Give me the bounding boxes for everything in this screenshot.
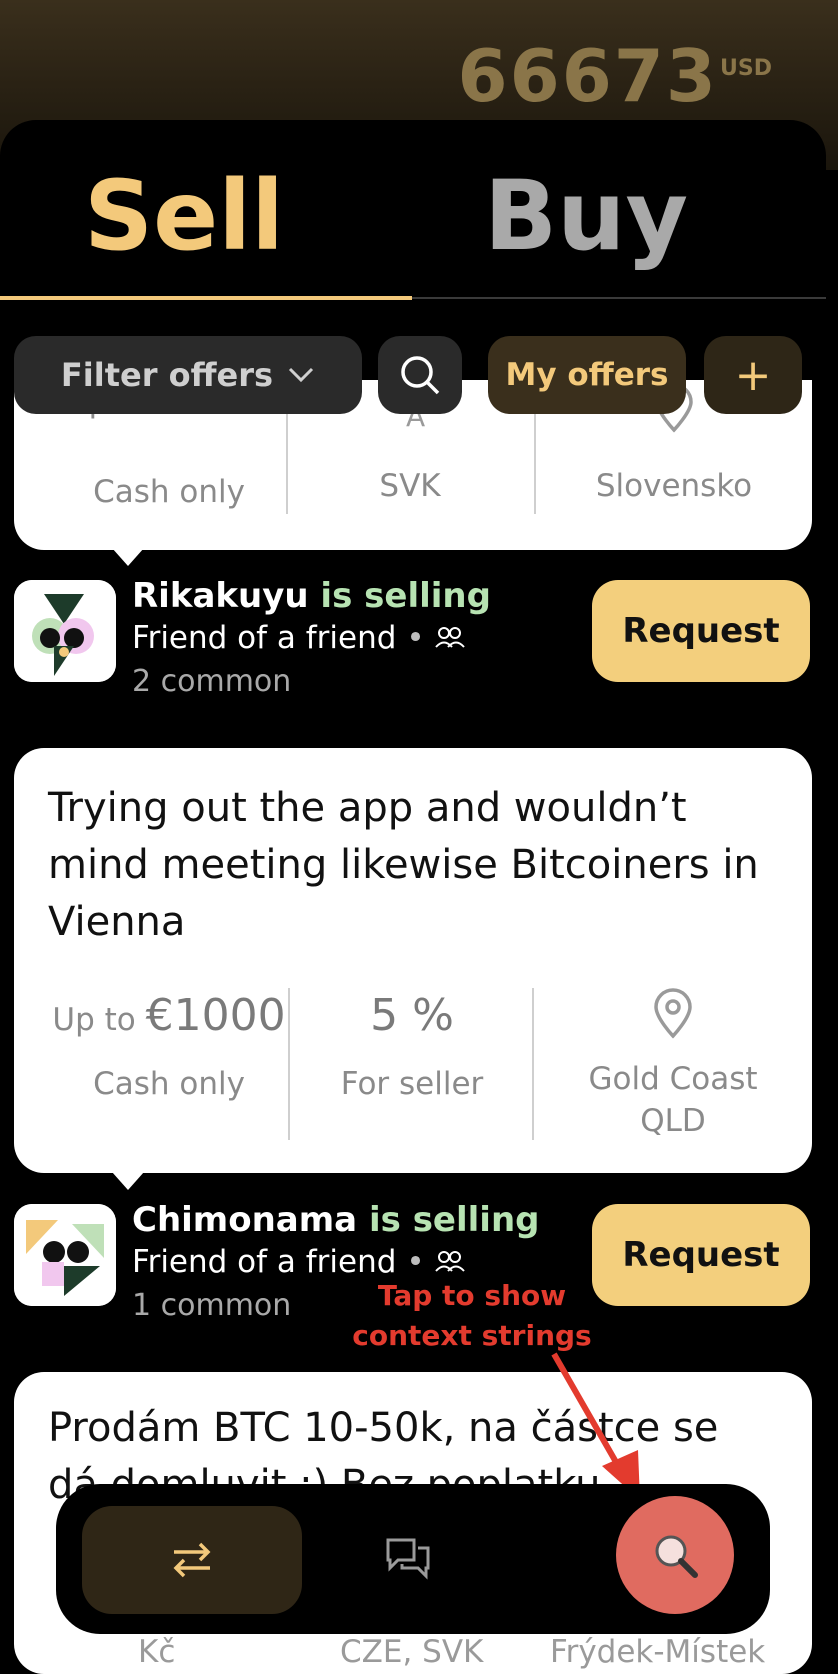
offer-location: Gold Coast QLD [588, 1061, 758, 1139]
fee-label: For seller [340, 1066, 484, 1102]
payment-method: Cash only [93, 1066, 245, 1102]
filter-offers-button[interactable]: Filter offers [14, 336, 362, 414]
seller-status: is selling [320, 576, 491, 616]
fee-percent: 5 % [370, 990, 454, 1041]
offer-amount: Up to €1000 [44, 990, 294, 1041]
nav-chat[interactable] [384, 1536, 432, 1584]
card-pointer [112, 548, 144, 566]
divider [288, 988, 290, 1140]
common-friends: 2 common [132, 664, 292, 699]
tab-indicator-inactive [412, 297, 826, 299]
request-button[interactable]: Request [592, 580, 810, 682]
amount-prefix: Up to [52, 1002, 136, 1038]
seller-username: Chimonama [132, 1200, 358, 1240]
payment-method: Cash only [93, 474, 245, 510]
common-friends: 1 common [132, 1288, 292, 1323]
card-pointer [112, 1172, 144, 1190]
seller-relation: Friend of a friend • [132, 620, 466, 656]
swap-arrows-icon [173, 1542, 211, 1578]
offer-language: CZE, SVK [340, 1634, 484, 1670]
context-strings-button[interactable] [616, 1496, 734, 1614]
balance-amount: 66673 [457, 34, 718, 118]
request-button[interactable]: Request [592, 1204, 810, 1306]
offer-card[interactable]: Trying out the app and wouldn’t mind mee… [14, 748, 812, 1173]
tab-indicator-active [0, 296, 412, 300]
chat-icon [386, 1538, 430, 1580]
offer-location: Frýdek-Místek [550, 1634, 766, 1670]
nav-offers[interactable] [82, 1506, 302, 1614]
relation-label: Friend of a friend [132, 620, 397, 656]
search-icon [401, 356, 440, 395]
magnifier-icon [655, 1535, 698, 1578]
my-offers-button[interactable]: My offers [488, 336, 686, 414]
seller-name: Chimonama is selling [132, 1200, 540, 1240]
friends-icon [435, 1251, 466, 1272]
add-offer-button[interactable]: + [704, 336, 802, 414]
amount-value: €1000 [145, 990, 286, 1041]
friends-icon [435, 627, 466, 648]
offer-description: Trying out the app and wouldn’t mind mee… [48, 785, 759, 945]
filter-offers-label: Filter offers [60, 356, 274, 394]
avatar[interactable] [14, 1204, 116, 1306]
tab-buy[interactable]: Buy [484, 168, 688, 264]
search-button[interactable] [378, 336, 462, 414]
chevron-down-icon [289, 367, 314, 383]
location-pin-icon [550, 988, 796, 1048]
divider [532, 988, 534, 1140]
seller-name: Rikakuyu is selling [132, 576, 491, 616]
seller-username: Rikakuyu [132, 576, 309, 616]
offer-language: SVK [379, 468, 441, 504]
seller-row: Rikakuyu is selling Friend of a friend •… [14, 576, 824, 699]
offer-amount: Kč [138, 1634, 176, 1670]
seller-relation: Friend of a friend • [132, 1244, 466, 1280]
balance-currency: USD [720, 56, 772, 81]
tab-sell[interactable]: Sell [84, 168, 284, 264]
seller-status: is selling [368, 1200, 540, 1240]
fee-value: 5 % [306, 990, 518, 1041]
avatar[interactable] [14, 580, 116, 682]
relation-label: Friend of a friend [132, 1244, 397, 1280]
offer-location: Slovensko [595, 468, 753, 504]
